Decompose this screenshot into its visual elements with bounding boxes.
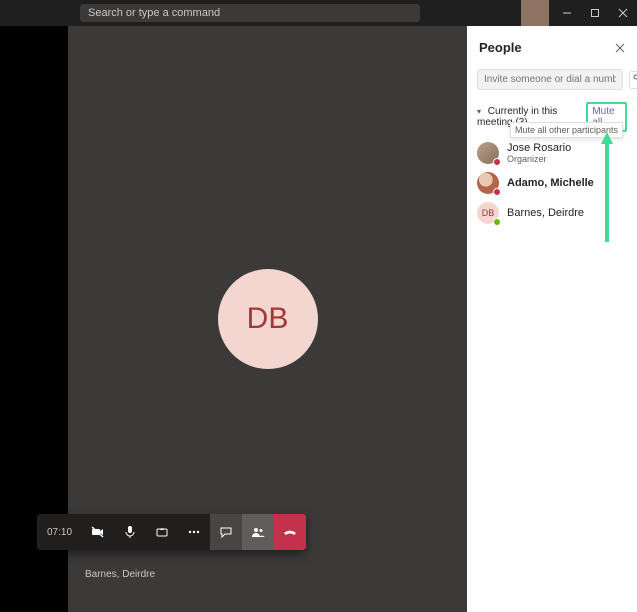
camera-button[interactable] — [82, 514, 114, 550]
people-button[interactable] — [242, 514, 274, 550]
mic-button[interactable] — [114, 514, 146, 550]
title-bar: Search or type a command — [0, 0, 637, 26]
people-panel: People ▾ Currently in this meeting (3) M… — [467, 26, 637, 612]
minimize-button[interactable] — [553, 0, 581, 26]
dialpad-button[interactable] — [629, 71, 637, 89]
people-panel-title: People — [479, 40, 522, 55]
avatar-icon: DB — [477, 202, 499, 224]
avatar-initials: DB — [247, 302, 289, 336]
chat-button[interactable] — [210, 514, 242, 550]
participant-role: Organizer — [507, 154, 571, 164]
search-input[interactable]: Search or type a command — [80, 4, 420, 22]
avatar-icon — [477, 142, 499, 164]
participants-section-header[interactable]: ▾ Currently in this meeting (3) Mute all… — [467, 94, 637, 136]
presence-busy-icon — [493, 188, 501, 196]
user-avatar[interactable] — [521, 0, 549, 26]
annotation-arrow — [605, 142, 609, 242]
close-panel-button[interactable] — [615, 43, 625, 53]
participant-avatar: DB — [218, 269, 318, 369]
hangup-button[interactable] — [274, 514, 306, 550]
participant-list: Jose Rosario Organizer Adamo, Michelle D… — [467, 136, 637, 230]
avatar-icon — [477, 172, 499, 194]
presence-available-icon — [493, 218, 501, 226]
search-placeholder: Search or type a command — [88, 7, 220, 19]
meeting-stage: DB 07:10 Bar — [68, 26, 467, 612]
share-button[interactable] — [146, 514, 178, 550]
participant-name: Adamo, Michelle — [507, 177, 594, 189]
close-button[interactable] — [609, 0, 637, 26]
chevron-down-icon: ▾ — [477, 107, 481, 116]
more-options-button[interactable] — [178, 514, 210, 550]
call-control-bar: 07:10 — [37, 514, 306, 550]
presence-busy-icon — [493, 158, 501, 166]
participant-name-label: Barnes, Deirdre — [85, 569, 155, 580]
invite-input[interactable] — [477, 69, 623, 90]
maximize-button[interactable] — [581, 0, 609, 26]
call-timer: 07:10 — [37, 527, 82, 538]
mute-all-button[interactable]: Mute all Mute all other participants — [586, 102, 627, 132]
participant-name: Jose Rosario — [507, 142, 571, 154]
window-controls — [521, 0, 637, 26]
participant-name: Barnes, Deirdre — [507, 207, 584, 219]
